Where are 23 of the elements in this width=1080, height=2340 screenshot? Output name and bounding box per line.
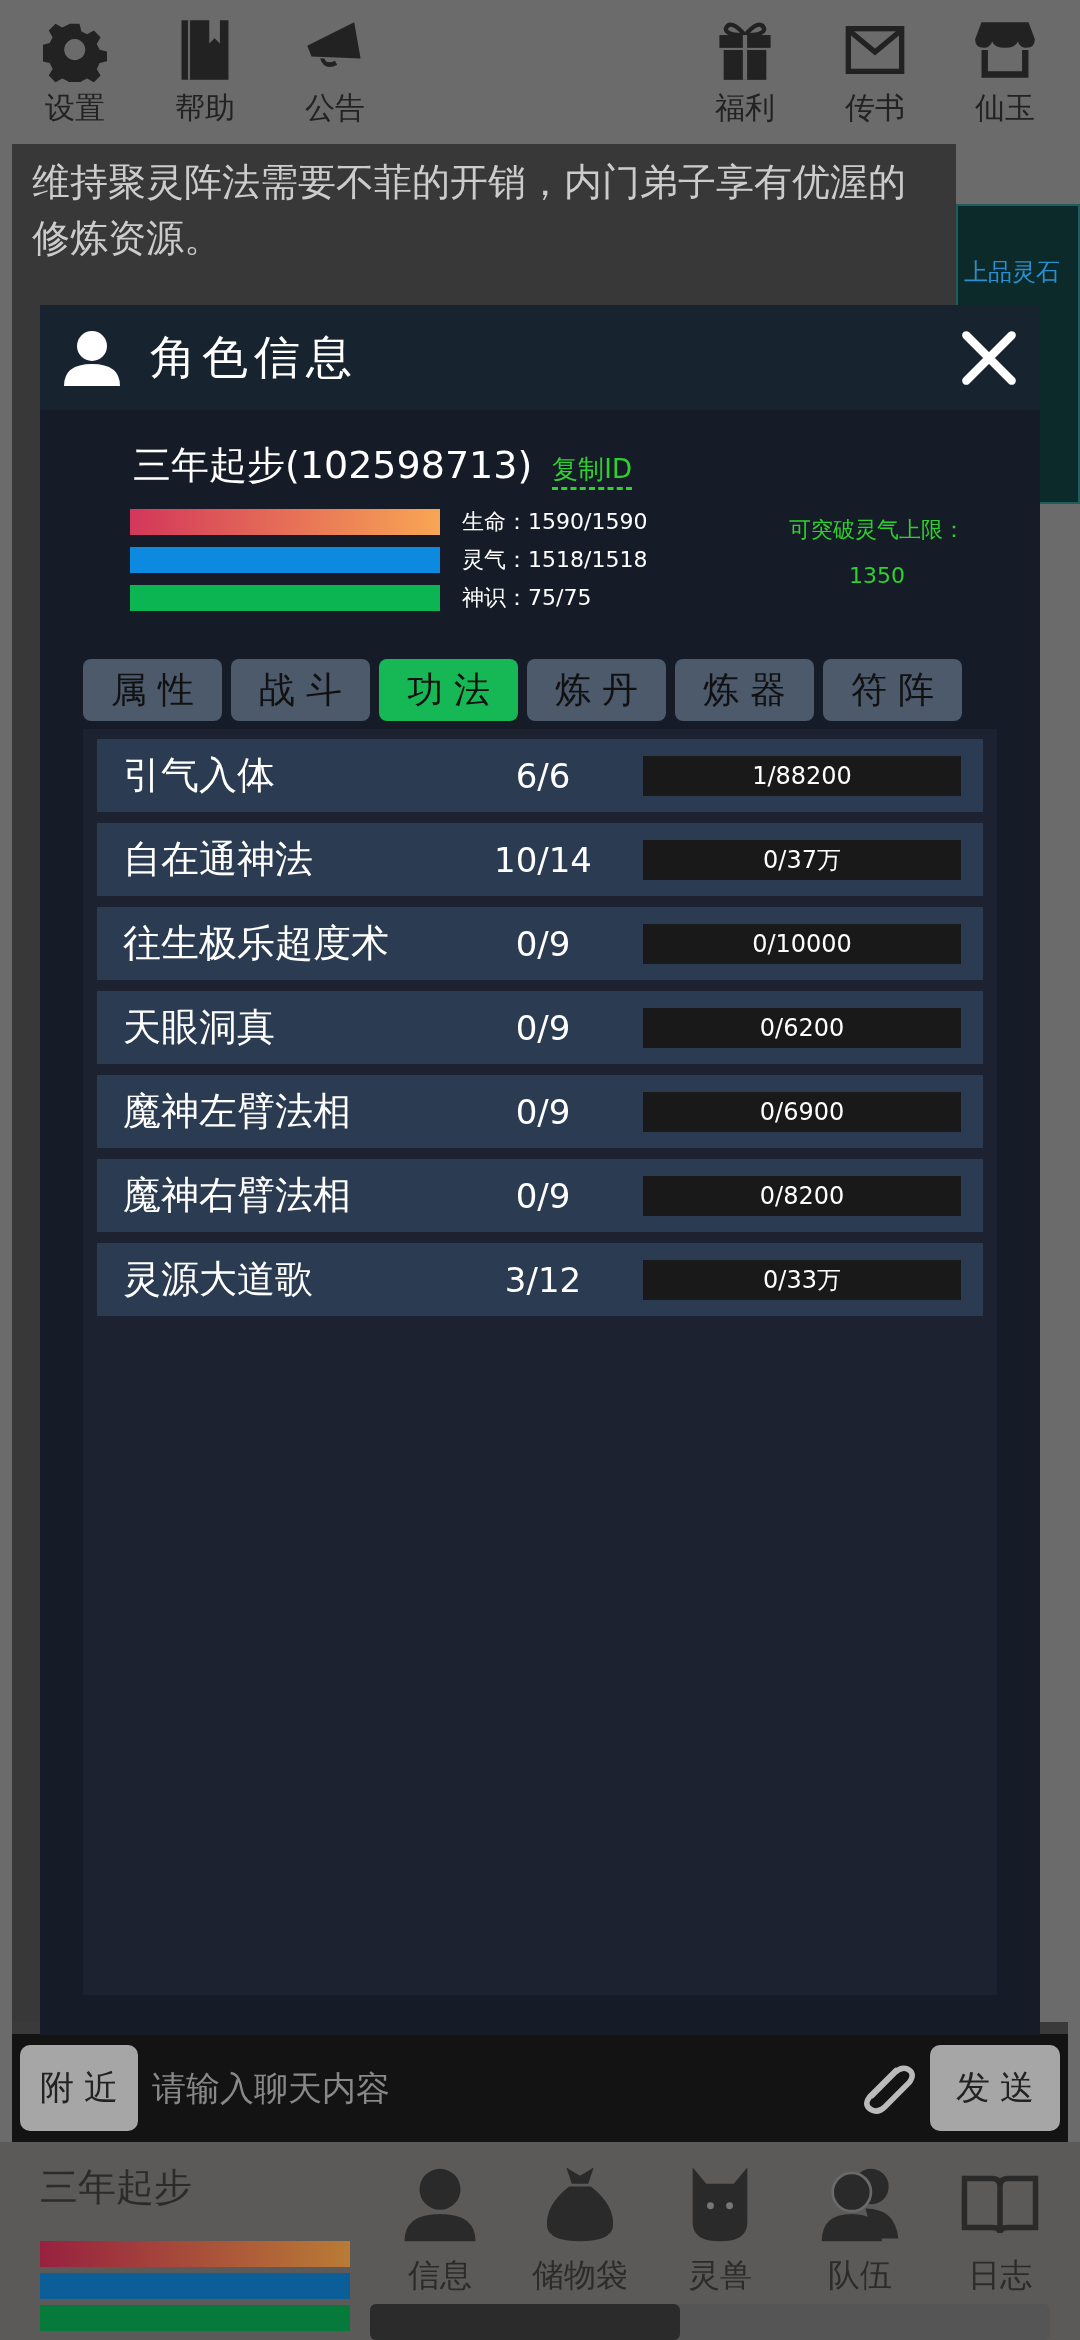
breakthrough-label: 可突破灵气上限： xyxy=(789,516,965,544)
skill-level: 0/9 xyxy=(514,1175,572,1216)
skill-name: 引气入体 xyxy=(123,752,276,799)
stat-value: 灵气：1518/1518 xyxy=(462,546,648,574)
notice-text: 维持聚灵阵法需要不菲的开销，内门弟子享有优渥的修炼资源。 xyxy=(32,158,907,262)
player-name: 三年起步(102598713) xyxy=(133,442,533,489)
skill-name: 灵源大道歌 xyxy=(123,1256,314,1303)
stat-value: 神识：75/75 xyxy=(462,584,592,612)
skill-level: 0/9 xyxy=(514,1091,572,1132)
skill-name: 往生极乐超度术 xyxy=(123,920,390,967)
resource-label: 上品灵石 xyxy=(964,256,1061,288)
skill-level: 3/12 xyxy=(503,1259,583,1300)
skill-level: 0/9 xyxy=(514,923,572,964)
skill-name: 魔神右臂法相 xyxy=(123,1172,352,1219)
skill-name: 魔神左臂法相 xyxy=(123,1088,352,1135)
dialog-title: 角色信息 xyxy=(150,328,359,386)
skill-name: 自在通神法 xyxy=(123,836,314,883)
skill-level: 6/6 xyxy=(514,755,572,796)
skill-name: 天眼洞真 xyxy=(123,1004,276,1051)
skill-level: 0/9 xyxy=(514,1007,572,1048)
stat-value: 生命：1590/1590 xyxy=(462,508,648,536)
breakthrough-value: 1350 xyxy=(849,563,905,588)
skill-level: 10/14 xyxy=(493,839,593,880)
